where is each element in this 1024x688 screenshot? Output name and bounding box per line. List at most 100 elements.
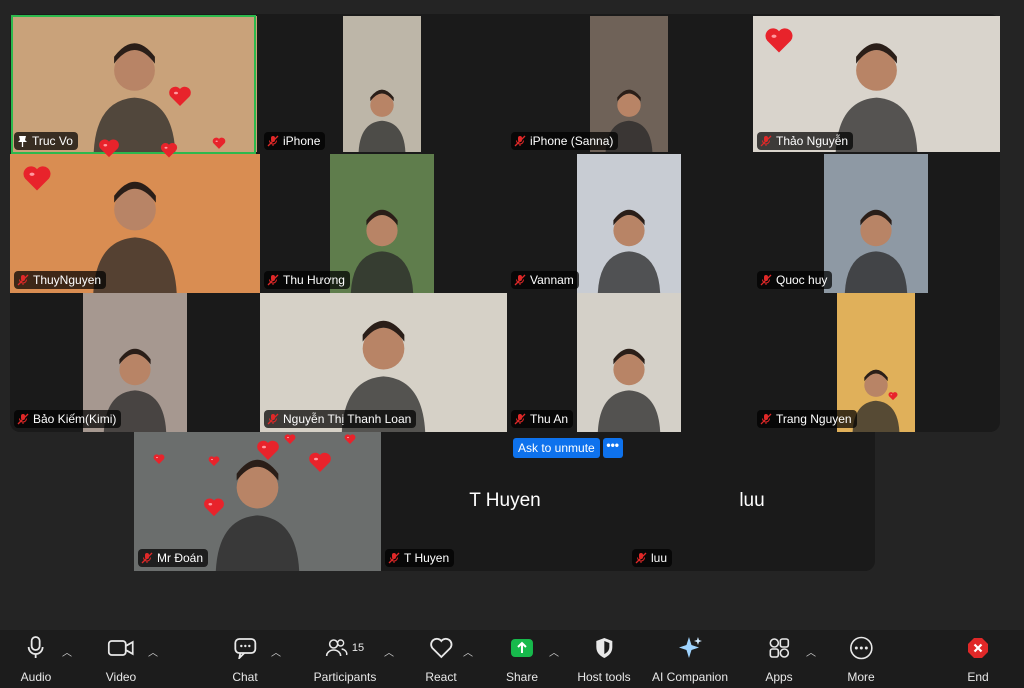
shield-icon: [594, 634, 614, 662]
participant-avatar-name: T Huyen: [469, 490, 541, 511]
pin-icon: [17, 135, 28, 147]
heart-reaction-icon: [208, 454, 220, 466]
participant-name: iPhone (Sanna): [530, 134, 614, 148]
participant-video: [824, 154, 928, 293]
ask-to-unmute-button[interactable]: Ask to unmute: [513, 438, 600, 458]
participant-name-tag: ThuyNguyen: [14, 271, 107, 289]
heart-reaction-icon: [203, 496, 225, 518]
react-label: React: [425, 670, 457, 684]
participant-name-tag: Thảo Nguyễn: [757, 132, 854, 150]
audio-button[interactable]: Audio: [20, 634, 52, 684]
participant-name: Bảo Kiếm(Kimi): [33, 412, 117, 426]
participant-video: [577, 293, 681, 432]
heart-reaction-icon: [256, 438, 280, 462]
muted-microphone-icon: [267, 135, 279, 147]
meeting-toolbar: Audio ︿ Video ︿ Chat ︿ 15 Participants ︿…: [0, 630, 1024, 688]
participant-video: [577, 154, 681, 293]
share-label: Share: [505, 670, 539, 684]
heart-reaction-icon: [153, 452, 165, 464]
apps-options-caret[interactable]: ︿: [806, 644, 816, 659]
share-arrow-icon: [510, 634, 534, 662]
muted-microphone-icon: [17, 413, 29, 425]
host-tools-button[interactable]: Host tools: [577, 634, 631, 684]
heart-reaction-icon: [212, 136, 226, 150]
unmute-bar: Ask to unmute •••: [513, 438, 623, 458]
audio-options-caret[interactable]: ︿: [62, 644, 72, 659]
heart-reaction-icon: [344, 432, 356, 444]
participant-name-tag: iPhone: [264, 132, 326, 150]
participant-avatar-name: luu: [739, 490, 765, 511]
participants-count: 15: [351, 642, 365, 654]
participant-name: Thu An: [530, 412, 569, 426]
participants-options-caret[interactable]: ︿: [384, 644, 394, 659]
heart-reaction-icon: [22, 163, 52, 193]
participant-name-tag: Thu An: [511, 410, 574, 428]
react-button[interactable]: React: [425, 634, 457, 684]
participant-name: Truc Vo: [32, 134, 73, 148]
host-tools-label: Host tools: [577, 670, 631, 684]
share-button[interactable]: Share: [506, 634, 538, 684]
video-options-caret[interactable]: ︿: [148, 644, 158, 659]
participant-name: T Huyen: [404, 551, 450, 565]
muted-microphone-icon: [760, 274, 772, 286]
microphone-icon: [27, 634, 45, 662]
participant-name-tag: Thu Hương: [264, 271, 350, 289]
muted-microphone-icon: [514, 135, 526, 147]
muted-microphone-icon: [760, 413, 772, 425]
chat-options-caret[interactable]: ︿: [271, 644, 281, 659]
heart-reaction-icon: [284, 432, 296, 444]
participant-name: Vannam: [530, 273, 574, 287]
more-button[interactable]: More: [847, 634, 875, 684]
participant-name-tag: Truc Vo: [14, 132, 78, 150]
heart-reaction-icon: [98, 137, 120, 159]
audio-label: Audio: [20, 670, 52, 684]
apps-label: Apps: [765, 670, 793, 684]
muted-microphone-icon: [388, 552, 400, 564]
heart-reaction-icon: [168, 84, 192, 108]
react-options-caret[interactable]: ︿: [463, 644, 473, 659]
participant-name-tag: T Huyen: [385, 549, 455, 567]
video-label: Video: [105, 670, 137, 684]
heart-reaction-icon: [160, 141, 178, 159]
muted-microphone-icon: [635, 552, 647, 564]
close-icon: [966, 634, 990, 662]
muted-microphone-icon: [141, 552, 153, 564]
participant-name: Thu Hương: [283, 273, 345, 287]
participant-name: Quoc huy: [776, 273, 828, 287]
participant-video: [343, 16, 421, 152]
camera-icon: [108, 634, 134, 662]
people-icon: 15: [326, 634, 364, 662]
ai-companion-button[interactable]: AI Companion: [652, 634, 728, 684]
video-button[interactable]: Video: [106, 634, 136, 684]
participant-name-tag: Nguyễn Thị Thanh Loan: [264, 410, 417, 428]
heart-reaction-icon: [888, 388, 898, 401]
participant-name: iPhone: [283, 134, 321, 148]
ai-companion-label: AI Companion: [651, 670, 729, 684]
apps-button[interactable]: Apps: [765, 634, 793, 684]
unmute-more-button[interactable]: •••: [602, 438, 623, 458]
participant-name-tag: Trang Nguyen: [757, 410, 857, 428]
share-options-caret[interactable]: ︿: [549, 644, 559, 659]
muted-microphone-icon: [514, 274, 526, 286]
heart-outline-icon: [429, 634, 453, 662]
apps-icon: [768, 634, 790, 662]
participant-name: Mr Đoán: [157, 551, 204, 565]
chat-label: Chat: [232, 670, 258, 684]
participant-name: luu: [651, 551, 668, 565]
end-button[interactable]: End: [966, 634, 990, 684]
muted-microphone-icon: [267, 413, 279, 425]
more-label: More: [847, 670, 875, 684]
participant-name-tag: Quoc huy: [757, 271, 833, 289]
participants-button[interactable]: 15 Participants: [314, 634, 376, 684]
muted-microphone-icon: [514, 413, 526, 425]
participant-name-tag: Mr Đoán: [138, 549, 209, 567]
ellipsis-icon: [849, 634, 873, 662]
chat-button[interactable]: Chat: [232, 634, 258, 684]
sparkle-icon: [677, 634, 703, 662]
muted-microphone-icon: [760, 135, 772, 147]
participant-name: Nguyễn Thị Thanh Loan: [283, 412, 412, 426]
participant-name-tag: Bảo Kiếm(Kimi): [14, 410, 122, 428]
heart-reaction-icon: [764, 25, 794, 55]
participant-name: Trang Nguyen: [776, 412, 852, 426]
end-label: End: [967, 670, 989, 684]
